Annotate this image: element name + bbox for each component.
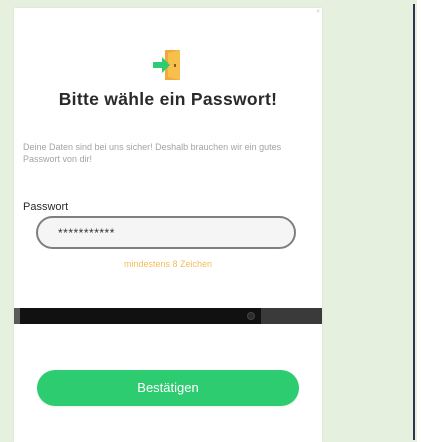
password-hint: mindestens 8 Zeichen <box>123 259 213 269</box>
close-icon[interactable]: × <box>316 9 320 15</box>
password-dialog: × Bitte wähle ein Passwort! Deine Daten … <box>14 8 322 442</box>
background-panel <box>335 0 421 442</box>
dark-bar <box>14 308 322 324</box>
password-label: Passwort <box>23 201 69 213</box>
panel-strip <box>417 0 421 442</box>
password-input[interactable]: *********** <box>36 216 296 249</box>
door-enter-icon <box>153 50 180 80</box>
bar-tail <box>261 308 322 324</box>
bar-badge <box>14 308 20 324</box>
bar-dot-icon <box>247 312 255 320</box>
page-title: Bitte wähle ein Passwort! <box>58 89 278 109</box>
confirm-button[interactable]: Bestätigen <box>37 370 299 406</box>
description-text: Deine Daten sind bei uns sicher! Deshalb… <box>23 142 282 164</box>
